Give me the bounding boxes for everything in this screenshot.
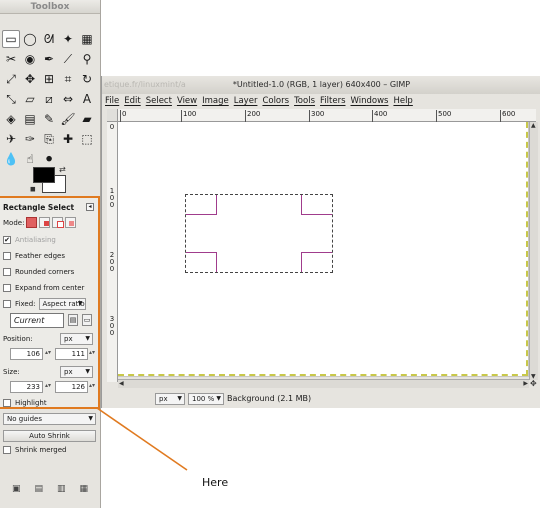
annotation-label: Here <box>202 476 229 489</box>
annotation-line <box>96 407 188 471</box>
foreground-color-swatch[interactable] <box>33 167 55 183</box>
